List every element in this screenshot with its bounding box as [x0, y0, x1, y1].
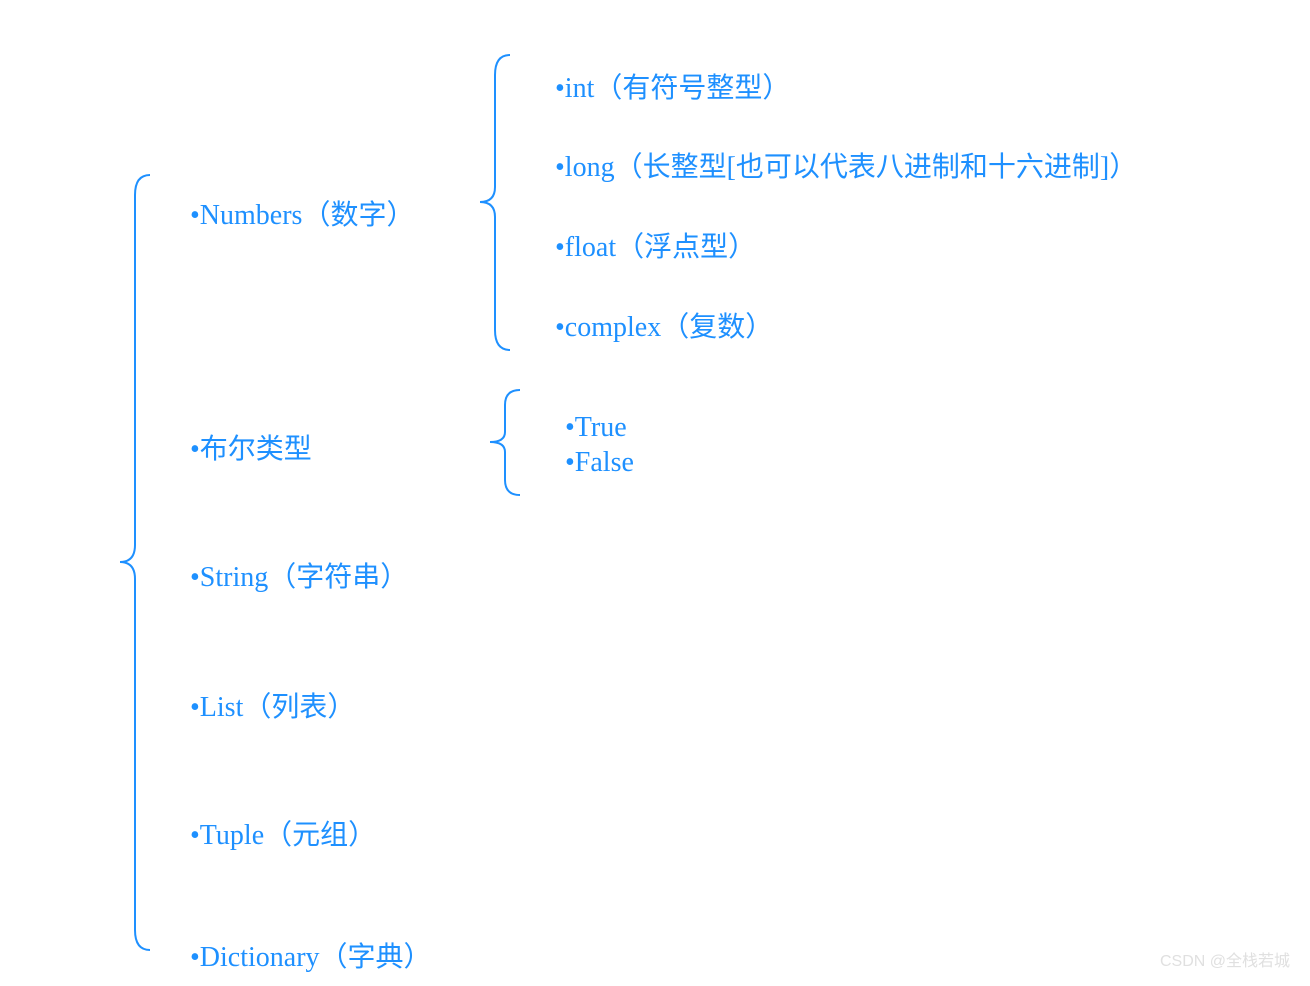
main-brace-icon: [115, 175, 155, 950]
type-string: •String（字符串）: [190, 555, 408, 595]
watermark: CSDN @全栈若城: [1160, 947, 1290, 971]
subtype-false: •False: [565, 447, 634, 479]
subtype-long: •long（长整型[也可以代表八进制和十六进制]）: [555, 145, 1137, 185]
type-dictionary: •Dictionary（字典）: [190, 935, 432, 975]
subtype-int: •int（有符号整型）: [555, 66, 790, 106]
type-bool: •布尔类型: [190, 427, 312, 467]
subtype-true: •True: [565, 412, 627, 444]
type-list: •List（列表）: [190, 685, 355, 725]
numbers-brace-icon: [475, 55, 515, 350]
subtype-complex: •complex（复数）: [555, 305, 773, 345]
bool-brace-icon: [485, 390, 525, 495]
subtype-float: •float（浮点型）: [555, 225, 756, 265]
type-numbers: •Numbers（数字）: [190, 193, 414, 233]
type-tuple: •Tuple（元组）: [190, 813, 376, 853]
